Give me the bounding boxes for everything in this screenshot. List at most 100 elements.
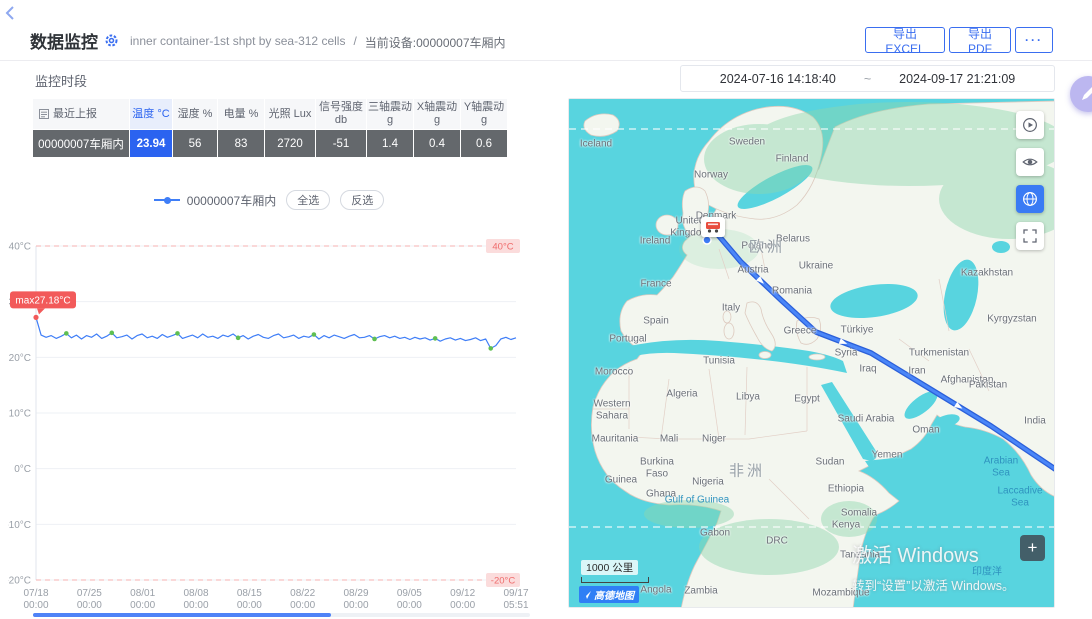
breadcrumb-current-device: 当前设备:00000007车厢内 — [365, 34, 506, 51]
amap-logo-text: 高德地图 — [594, 587, 634, 602]
invert-select-button[interactable]: 反选 — [340, 190, 384, 210]
x-tick-label: 08/08 — [183, 588, 208, 599]
fullscreen-icon — [1021, 227, 1039, 245]
event-marker — [236, 336, 241, 341]
route-map[interactable]: IcelandNorwaySwedenFinlandUnited Kingdom… — [568, 98, 1055, 608]
legend-series-label: 00000007车厢内 — [187, 192, 276, 209]
map-canvas — [569, 99, 1055, 608]
breadcrumb-shipment: inner container-1st shpt by sea-312 cell… — [130, 34, 345, 51]
event-marker — [433, 336, 438, 341]
cell-device-name: 00000007车厢内 — [33, 130, 129, 157]
temperature-line-chart[interactable]: 40°C30°C20°C10°C0°C-10°C-20°C07/1800:000… — [8, 228, 530, 612]
chart-datazoom-slider[interactable] — [33, 613, 331, 617]
cell-signal: -51 — [316, 130, 366, 157]
y-tick-label: 40°C — [9, 242, 31, 253]
pen-icon — [1080, 86, 1092, 102]
x-tick-label: 00:00 — [343, 600, 368, 611]
export-excel-button[interactable]: 导出 EXCEL — [865, 27, 945, 53]
map-controls — [1016, 111, 1044, 250]
legend-series-item[interactable]: 00000007车厢内 — [154, 192, 276, 209]
x-tick-label: 08/22 — [290, 588, 315, 599]
event-marker — [488, 346, 493, 351]
visibility-button[interactable] — [1016, 148, 1044, 176]
limit-badge-label: -20°C — [491, 576, 516, 587]
y-tick-label: -20°C — [8, 576, 31, 587]
x-tick-label: 07/18 — [23, 588, 48, 599]
max-point-dot — [33, 315, 38, 320]
breadcrumb: inner container-1st shpt by sea-312 cell… — [130, 34, 506, 51]
zoom-in-button[interactable]: + — [1020, 535, 1045, 561]
x-tick-label: 00:00 — [237, 600, 262, 611]
cell-vibration-y: 0.6 — [461, 130, 507, 157]
event-marker — [312, 332, 317, 337]
gear-icon[interactable] — [104, 33, 119, 53]
column-header-humidity[interactable]: 湿度 % — [173, 99, 217, 129]
page-title: 数据监控 — [30, 28, 98, 53]
x-tick-label: 00:00 — [450, 600, 475, 611]
column-header-temperature[interactable]: 温度 °C — [130, 99, 172, 129]
select-all-button[interactable]: 全选 — [286, 190, 330, 210]
cell-vibration-3axis: 1.4 — [367, 130, 413, 157]
data-monitor-page: 数据监控 inner container-1st shpt by sea-312… — [0, 0, 1092, 619]
truck-marker[interactable] — [701, 217, 725, 237]
y-tick-label: 20°C — [9, 353, 31, 364]
eye-icon — [1021, 153, 1039, 171]
feedback-float-button[interactable] — [1070, 76, 1092, 112]
x-tick-label: 00:00 — [23, 600, 48, 611]
collapse-corner-icon[interactable] — [2, 4, 18, 25]
scale-bar — [581, 577, 649, 583]
export-pdf-button[interactable]: 导出 PDF — [949, 27, 1011, 53]
amap-logo[interactable]: 高德地图 — [579, 586, 639, 603]
fullscreen-button[interactable] — [1016, 222, 1044, 250]
x-tick-label: 09/12 — [450, 588, 475, 599]
y-tick-label: -10°C — [8, 520, 31, 531]
x-tick-label: 08/01 — [130, 588, 155, 599]
playback-button[interactable] — [1016, 111, 1044, 139]
event-marker — [64, 331, 69, 336]
cell-humidity: 56 — [173, 130, 217, 157]
legend-line-icon — [154, 199, 180, 201]
cell-battery: 83 — [218, 130, 264, 157]
x-tick-label: 00:00 — [397, 600, 422, 611]
period-tilde: ~ — [864, 72, 871, 86]
play-circle-icon — [1021, 116, 1039, 134]
breadcrumb-separator: / — [353, 34, 356, 51]
max-badge-label: max27.18°C — [15, 295, 70, 306]
column-header-battery[interactable]: 电量 % — [218, 99, 264, 129]
x-tick-label: 08/29 — [343, 588, 368, 599]
column-header-latest-report[interactable]: 最近上报 — [33, 99, 129, 129]
chart-legend: 00000007车厢内 全选 反选 — [8, 190, 530, 210]
globe-icon — [1021, 190, 1039, 208]
more-actions-button[interactable]: ··· — [1015, 27, 1053, 53]
route-start-marker — [703, 236, 711, 244]
column-header-vibration-y[interactable]: Y轴震动 g — [461, 99, 507, 129]
temperature-series-line — [36, 317, 516, 348]
x-tick-label: 00:00 — [130, 600, 155, 611]
column-header-signal[interactable]: 信号强度 db — [316, 99, 366, 129]
cell-temperature: 23.94 — [130, 130, 172, 157]
sensor-table: 最近上报 温度 °C 湿度 % 电量 % 光照 Lux 信号强度 db 三轴震动… — [33, 99, 507, 157]
x-tick-label: 00:00 — [77, 600, 102, 611]
map-scale: 1000 公里 — [581, 558, 649, 583]
header-divider — [0, 60, 1092, 61]
x-tick-label: 00:00 — [183, 600, 208, 611]
date-range-picker[interactable]: 2024-07-16 14:18:40 ~ 2024-09-17 21:21:0… — [680, 65, 1055, 92]
cell-light: 2720 — [265, 130, 315, 157]
column-header-vibration-x[interactable]: X轴震动 g — [414, 99, 460, 129]
x-tick-label: 00:00 — [290, 600, 315, 611]
period-start: 2024-07-16 14:18:40 — [720, 72, 836, 86]
event-marker — [372, 337, 377, 342]
map-layer-button[interactable] — [1016, 185, 1044, 213]
x-tick-label: 09/05 — [397, 588, 422, 599]
max-badge-pointer — [37, 308, 45, 314]
x-tick-label: 09/17 — [503, 588, 528, 599]
period-label: 监控时段 — [35, 71, 87, 90]
period-end: 2024-09-17 21:21:09 — [899, 72, 1015, 86]
report-list-icon — [39, 109, 49, 119]
truck-icon — [705, 221, 721, 233]
x-tick-label: 07/25 — [77, 588, 102, 599]
event-marker — [109, 331, 114, 336]
column-header-light[interactable]: 光照 Lux — [265, 99, 315, 129]
x-tick-label: 05:51 — [503, 600, 528, 611]
column-header-vibration-3axis[interactable]: 三轴震动 g — [367, 99, 413, 129]
